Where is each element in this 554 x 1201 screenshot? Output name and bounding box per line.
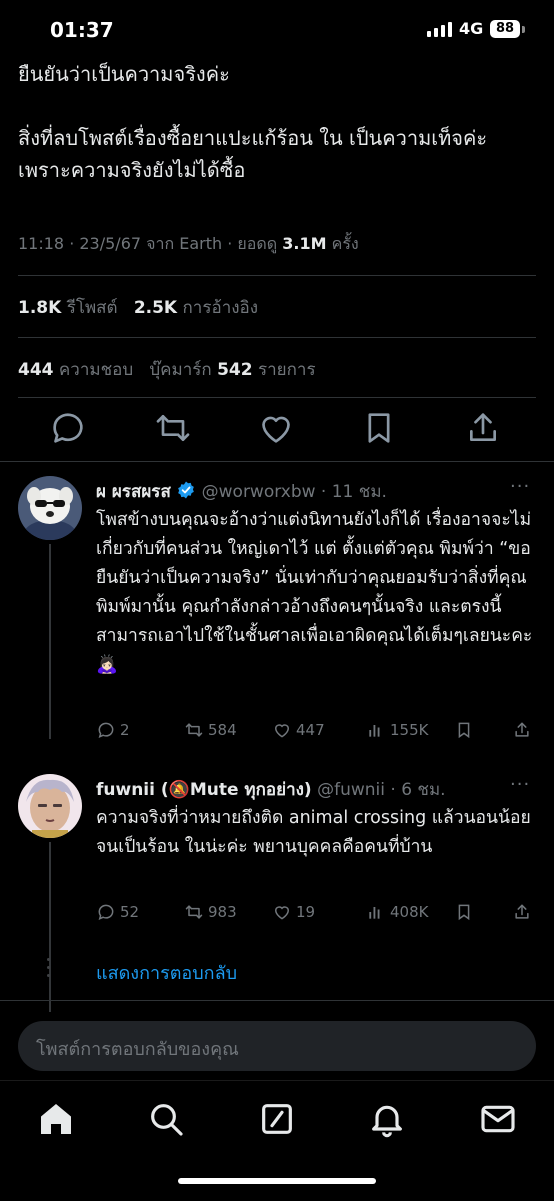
more-options-icon[interactable]: ··· [510, 476, 530, 497]
tweet-paragraph-1: ยืนยันว่าเป็นความจริงค่ะ [18, 62, 230, 86]
verified-badge-icon [178, 481, 195, 499]
repost-icon[interactable] [153, 408, 193, 448]
reply-text: โพสข้างบนคุณจะอ้างว่าแต่งนิทานยังไงก็ได้… [96, 510, 533, 675]
share-icon [515, 904, 529, 919]
more-options-icon[interactable]: ··· [510, 774, 530, 795]
reply-reply-button[interactable]: 2 [96, 720, 130, 740]
reply-repost-button[interactable]: 584 [184, 720, 237, 740]
reply-like-button[interactable]: 19 [272, 902, 315, 922]
show-replies-link[interactable]: แสดงการตอบกลับ [96, 958, 237, 987]
bookmark-icon [458, 722, 470, 739]
analytics-icon [369, 725, 380, 737]
reply-icon[interactable] [48, 408, 88, 448]
like-icon[interactable] [256, 408, 296, 448]
reply-views-button[interactable]: 155K [366, 720, 428, 740]
bookmark-icon[interactable] [359, 408, 399, 448]
quotes-link[interactable]: 2.5K การอ้างอิง [134, 298, 258, 318]
like-icon [274, 724, 290, 738]
grok-icon[interactable] [257, 1099, 297, 1139]
like-bookmark-stats: 444 ความชอบ บุ๊คมาร์ก 542 รายการ [18, 356, 316, 383]
network-type: 4G [459, 19, 484, 38]
signal-icon [427, 22, 452, 37]
reply-like-button[interactable]: 447 [272, 720, 325, 740]
home-icon[interactable] [36, 1099, 76, 1139]
bookmarks-link[interactable]: บุ๊คมาร์ก 542 รายการ [149, 360, 315, 380]
reply-views-button[interactable]: 408K [366, 902, 428, 922]
thread-dots [47, 958, 53, 982]
reply-share-button[interactable] [512, 902, 532, 922]
home-indicator [178, 1178, 376, 1184]
reply-author-name[interactable]: fuwnii (🔕Mute ทุกอย่าง) [96, 780, 312, 800]
analytics-icon [369, 907, 380, 919]
reposts-link[interactable]: 1.8K รีโพสต์ [18, 298, 118, 318]
share-icon[interactable] [463, 408, 503, 448]
likes-link[interactable]: 444 ความชอบ [18, 360, 133, 380]
tweet-meta: 11:18 · 23/5/67 จาก Earth · ยอดดู 3.1M ค… [18, 234, 359, 253]
reply-share-button[interactable] [512, 720, 532, 740]
repost-quote-stats: 1.8K รีโพสต์ 2.5K การอ้างอิง [18, 294, 258, 321]
reply-reply-button[interactable]: 52 [96, 902, 139, 922]
reply-author-name[interactable]: ผ ผรสผรส [96, 482, 171, 502]
reply-action-bar: 52 983 19 408K [96, 902, 536, 926]
status-time: 01:37 [50, 18, 114, 42]
tweet-text: ยืนยันว่าเป็นความจริงค่ะ สิ่งที่ลบโพสต์เ… [18, 58, 538, 186]
search-icon[interactable] [146, 1099, 186, 1139]
view-count[interactable]: 3.1M [282, 234, 326, 253]
notifications-icon[interactable] [367, 1099, 407, 1139]
composer-placeholder: โพสต์การตอบกลับของคุณ [36, 1039, 239, 1060]
reply-icon [98, 722, 114, 738]
battery-icon: 88 [490, 20, 520, 38]
reply-handle: @fuwnii · 6 ชม. [317, 780, 446, 800]
reply-action-bar: 2 584 447 155K [96, 720, 536, 744]
reply-handle: @worworxbw · 11 ชม. [201, 482, 387, 502]
like-icon [274, 906, 290, 920]
bookmark-icon [458, 904, 470, 921]
reply-bookmark-button[interactable] [454, 902, 474, 922]
tweet-actions [0, 408, 554, 452]
reply-icon [98, 904, 114, 920]
repost-icon [185, 905, 203, 919]
share-icon [515, 722, 529, 737]
avatar[interactable] [18, 774, 82, 838]
repost-icon [185, 723, 203, 737]
messages-icon[interactable] [478, 1099, 518, 1139]
reply-repost-button[interactable]: 983 [184, 902, 237, 922]
reply-text: ความจริงที่ว่าหมายถึงติด animal crossing… [96, 808, 531, 857]
avatar[interactable] [18, 476, 82, 540]
reply-composer-input[interactable]: โพสต์การตอบกลับของคุณ [18, 1021, 536, 1071]
tweet-paragraph-2: สิ่งที่ลบโพสต์เรื่องซื้อยาแปะแก้ร้อน ใน … [18, 126, 488, 182]
status-bar: 01:37 4G 88 [0, 0, 554, 58]
reply-bookmark-button[interactable] [454, 720, 474, 740]
